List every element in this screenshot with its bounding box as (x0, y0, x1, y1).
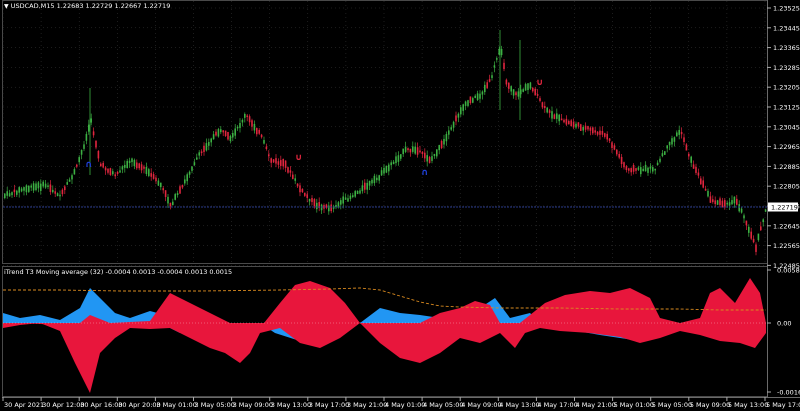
sell-signal-icon: ∪ (536, 78, 543, 88)
price-label: 1.23365 (773, 44, 800, 52)
price-label: 1.22565 (773, 242, 800, 250)
time-label: 4 May 09:00 (461, 401, 501, 409)
candlesticks (4, 30, 767, 256)
indicator-scale: 0.0058 0.00 -0.0016 (767, 267, 800, 397)
time-label: 5 May 17:00 (766, 401, 800, 409)
time-label: 3 May 05:00 (195, 401, 235, 409)
price-label: 1.22885 (773, 163, 800, 171)
indicator-scale-label: 0.00 (777, 320, 791, 328)
time-label: 3 May 01:00 (156, 401, 196, 409)
buy-signal-icon: ∩ (421, 168, 428, 178)
time-label: 4 May 01:00 (385, 401, 425, 409)
current-price-label: 1.22719 (771, 204, 798, 212)
time-label: 4 May 17:00 (537, 401, 577, 409)
buy-signal-icon: ∩ (85, 160, 92, 170)
price-label: 1.23125 (773, 104, 800, 112)
current-price-marker: 1.22719 (768, 202, 798, 212)
time-label: 3 May 09:00 (233, 401, 273, 409)
indicator-scale-label: -0.0016 (777, 389, 800, 397)
time-label: 3 May 17:00 (309, 401, 349, 409)
price-label: 1.22805 (773, 183, 800, 191)
time-label: 30 Apr 2021 (4, 401, 44, 409)
time-label: 5 May 05:00 (652, 401, 692, 409)
indicator-scale-label: 0.0058 (777, 267, 800, 275)
time-label: 4 May 21:00 (576, 401, 616, 409)
time-label: 5 May 09:00 (690, 401, 730, 409)
price-axis: 1.23525 1.23445 1.23365 1.23285 1.23205 1.231… (767, 5, 800, 270)
time-label: 4 May 05:00 (423, 401, 463, 409)
price-label: 1.23205 (773, 84, 800, 92)
price-label: 1.22645 (773, 222, 800, 230)
price-label: 1.23285 (773, 64, 800, 72)
time-label: 30 Apr 16:00 (80, 401, 122, 409)
time-label: 3 May 21:00 (347, 401, 387, 409)
time-label: 3 May 13:00 (271, 401, 311, 409)
time-axis: 30 Apr 202130 Apr 12:0030 Apr 16:0030 Ap… (2, 397, 800, 409)
time-label: 5 May 01:00 (614, 401, 654, 409)
price-label: 1.23045 (773, 123, 800, 131)
price-label: 1.22965 (773, 143, 800, 151)
trading-chart[interactable]: ∩ ∪ ∩ ∪ 1.23525 1.23445 1.23365 1.23285 1.23205… (0, 0, 800, 411)
signal-arrows: ∩ ∪ ∩ ∪ (85, 78, 543, 178)
main-pane-frame (2, 0, 768, 264)
grid-lines (2, 1, 767, 266)
time-label: 30 Apr 12:00 (42, 401, 84, 409)
time-label: 5 May 13:00 (728, 401, 768, 409)
price-label: 1.23525 (773, 5, 800, 13)
indicator-histogram (3, 278, 766, 393)
price-label: 1.23445 (773, 24, 800, 32)
sell-signal-icon: ∪ (295, 153, 302, 163)
time-label: 4 May 13:00 (499, 401, 539, 409)
time-label: 30 Apr 20:00 (118, 401, 160, 409)
